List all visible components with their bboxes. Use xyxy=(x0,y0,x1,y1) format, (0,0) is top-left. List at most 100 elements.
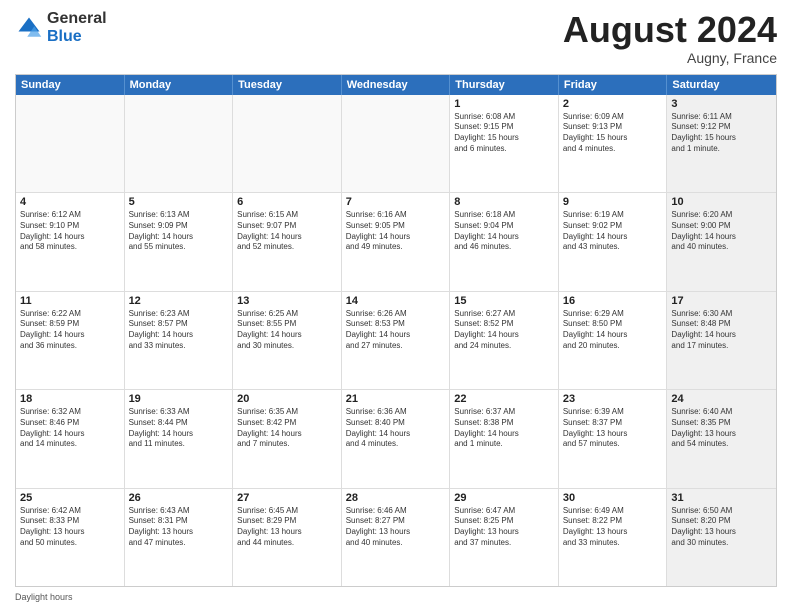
table-row xyxy=(16,95,125,192)
calendar-header-cell: Monday xyxy=(125,75,234,95)
table-row: 24 Sunrise: 6:40 AM Sunset: 8:35 PM Dayli… xyxy=(667,390,776,487)
calendar-body: 1 Sunrise: 6:08 AM Sunset: 9:15 PM Daylig… xyxy=(16,95,776,586)
table-row: 1 Sunrise: 6:08 AM Sunset: 9:15 PM Daylig… xyxy=(450,95,559,192)
day-number: 26 xyxy=(129,492,229,504)
table-row: 6 Sunrise: 6:15 AM Sunset: 9:07 PM Daylig… xyxy=(233,193,342,290)
day-number: 20 xyxy=(237,393,337,405)
day-info: Sunrise: 6:35 AM Sunset: 8:42 PM Dayligh… xyxy=(237,407,337,450)
day-info: Sunrise: 6:25 AM Sunset: 8:55 PM Dayligh… xyxy=(237,309,337,352)
table-row: 14 Sunrise: 6:26 AM Sunset: 8:53 PM Dayli… xyxy=(342,292,451,389)
logo-general-text: General xyxy=(47,10,107,28)
table-row: 22 Sunrise: 6:37 AM Sunset: 8:38 PM Dayli… xyxy=(450,390,559,487)
table-row: 31 Sunrise: 6:50 AM Sunset: 8:20 PM Dayli… xyxy=(667,489,776,586)
day-info: Sunrise: 6:39 AM Sunset: 8:37 PM Dayligh… xyxy=(563,407,663,450)
day-info: Sunrise: 6:50 AM Sunset: 8:20 PM Dayligh… xyxy=(671,506,772,549)
table-row: 16 Sunrise: 6:29 AM Sunset: 8:50 PM Dayli… xyxy=(559,292,668,389)
table-row: 5 Sunrise: 6:13 AM Sunset: 9:09 PM Daylig… xyxy=(125,193,234,290)
calendar: SundayMondayTuesdayWednesdayThursdayFrid… xyxy=(15,74,777,587)
day-info: Sunrise: 6:37 AM Sunset: 8:38 PM Dayligh… xyxy=(454,407,554,450)
calendar-row: 18 Sunrise: 6:32 AM Sunset: 8:46 PM Dayli… xyxy=(16,389,776,487)
day-info: Sunrise: 6:29 AM Sunset: 8:50 PM Dayligh… xyxy=(563,309,663,352)
table-row: 19Sunrise: 6:33 AM Sunset: 8:44 PM Dayli… xyxy=(125,390,234,487)
calendar-row: 1 Sunrise: 6:08 AM Sunset: 9:15 PM Daylig… xyxy=(16,95,776,192)
footer: Daylight hours xyxy=(15,592,777,602)
logo-blue-text: Blue xyxy=(47,28,107,46)
day-number: 15 xyxy=(454,295,554,307)
day-info: Sunrise: 6:47 AM Sunset: 8:25 PM Dayligh… xyxy=(454,506,554,549)
calendar-header-cell: Sunday xyxy=(16,75,125,95)
day-number: 14 xyxy=(346,295,446,307)
day-info: Sunrise: 6:09 AM Sunset: 9:13 PM Dayligh… xyxy=(563,112,663,155)
day-number: 8 xyxy=(454,196,554,208)
table-row: 30Sunrise: 6:49 AM Sunset: 8:22 PM Dayli… xyxy=(559,489,668,586)
day-info: Sunrise: 6:43 AM Sunset: 8:31 PM Dayligh… xyxy=(129,506,229,549)
table-row: 23 Sunrise: 6:39 AM Sunset: 8:37 PM Dayli… xyxy=(559,390,668,487)
day-number: 21 xyxy=(346,393,446,405)
day-info: Sunrise: 6:19 AM Sunset: 9:02 PM Dayligh… xyxy=(563,210,663,253)
table-row: 10Sunrise: 6:20 AM Sunset: 9:00 PM Dayli… xyxy=(667,193,776,290)
day-number: 31 xyxy=(671,492,772,504)
day-number: 17 xyxy=(671,295,772,307)
table-row: 11 Sunrise: 6:22 AM Sunset: 8:59 PM Dayli… xyxy=(16,292,125,389)
day-number: 12 xyxy=(129,295,229,307)
table-row: 17 Sunrise: 6:30 AM Sunset: 8:48 PM Dayli… xyxy=(667,292,776,389)
footer-text: Daylight hours xyxy=(15,592,73,602)
day-info: Sunrise: 6:11 AM Sunset: 9:12 PM Dayligh… xyxy=(671,112,772,155)
day-info: Sunrise: 6:16 AM Sunset: 9:05 PM Dayligh… xyxy=(346,210,446,253)
day-number: 18 xyxy=(20,393,120,405)
table-row: 8 Sunrise: 6:18 AM Sunset: 9:04 PM Daylig… xyxy=(450,193,559,290)
day-info: Sunrise: 6:36 AM Sunset: 8:40 PM Dayligh… xyxy=(346,407,446,450)
day-number: 10 xyxy=(671,196,772,208)
table-row: 21 Sunrise: 6:36 AM Sunset: 8:40 PM Dayli… xyxy=(342,390,451,487)
calendar-row: 4Sunrise: 6:12 AM Sunset: 9:10 PM Daylig… xyxy=(16,192,776,290)
day-number: 19 xyxy=(129,393,229,405)
day-number: 23 xyxy=(563,393,663,405)
day-info: Sunrise: 6:42 AM Sunset: 8:33 PM Dayligh… xyxy=(20,506,120,549)
day-info: Sunrise: 6:30 AM Sunset: 8:48 PM Dayligh… xyxy=(671,309,772,352)
title-block: August 2024 Augny, France xyxy=(563,10,777,66)
table-row: 7Sunrise: 6:16 AM Sunset: 9:05 PM Daylig… xyxy=(342,193,451,290)
day-info: Sunrise: 6:40 AM Sunset: 8:35 PM Dayligh… xyxy=(671,407,772,450)
day-number: 1 xyxy=(454,98,554,110)
day-number: 3 xyxy=(671,98,772,110)
day-number: 16 xyxy=(563,295,663,307)
table-row: 20 Sunrise: 6:35 AM Sunset: 8:42 PM Dayli… xyxy=(233,390,342,487)
day-info: Sunrise: 6:12 AM Sunset: 9:10 PM Dayligh… xyxy=(20,210,120,253)
day-info: Sunrise: 6:32 AM Sunset: 8:46 PM Dayligh… xyxy=(20,407,120,450)
table-row: 9 Sunrise: 6:19 AM Sunset: 9:02 PM Daylig… xyxy=(559,193,668,290)
day-info: Sunrise: 6:22 AM Sunset: 8:59 PM Dayligh… xyxy=(20,309,120,352)
day-info: Sunrise: 6:15 AM Sunset: 9:07 PM Dayligh… xyxy=(237,210,337,253)
table-row: 12 Sunrise: 6:23 AM Sunset: 8:57 PM Dayli… xyxy=(125,292,234,389)
table-row xyxy=(342,95,451,192)
day-info: Sunrise: 6:13 AM Sunset: 9:09 PM Dayligh… xyxy=(129,210,229,253)
table-row: 27Sunrise: 6:45 AM Sunset: 8:29 PM Dayli… xyxy=(233,489,342,586)
calendar-header-cell: Friday xyxy=(559,75,668,95)
day-number: 5 xyxy=(129,196,229,208)
day-number: 6 xyxy=(237,196,337,208)
day-number: 22 xyxy=(454,393,554,405)
day-number: 29 xyxy=(454,492,554,504)
day-number: 28 xyxy=(346,492,446,504)
page: General Blue August 2024 Augny, France S… xyxy=(0,0,792,612)
day-info: Sunrise: 6:46 AM Sunset: 8:27 PM Dayligh… xyxy=(346,506,446,549)
day-info: Sunrise: 6:23 AM Sunset: 8:57 PM Dayligh… xyxy=(129,309,229,352)
table-row: 13Sunrise: 6:25 AM Sunset: 8:55 PM Dayli… xyxy=(233,292,342,389)
logo: General Blue xyxy=(15,10,107,45)
day-info: Sunrise: 6:49 AM Sunset: 8:22 PM Dayligh… xyxy=(563,506,663,549)
location-subtitle: Augny, France xyxy=(563,50,777,66)
calendar-row: 25Sunrise: 6:42 AM Sunset: 8:33 PM Dayli… xyxy=(16,488,776,586)
table-row: 28 Sunrise: 6:46 AM Sunset: 8:27 PM Dayli… xyxy=(342,489,451,586)
table-row: 4Sunrise: 6:12 AM Sunset: 9:10 PM Daylig… xyxy=(16,193,125,290)
day-number: 11 xyxy=(20,295,120,307)
calendar-header-cell: Saturday xyxy=(667,75,776,95)
day-info: Sunrise: 6:26 AM Sunset: 8:53 PM Dayligh… xyxy=(346,309,446,352)
day-info: Sunrise: 6:08 AM Sunset: 9:15 PM Dayligh… xyxy=(454,112,554,155)
table-row xyxy=(125,95,234,192)
day-number: 27 xyxy=(237,492,337,504)
day-number: 9 xyxy=(563,196,663,208)
calendar-header-cell: Wednesday xyxy=(342,75,451,95)
day-number: 24 xyxy=(671,393,772,405)
header: General Blue August 2024 Augny, France xyxy=(15,10,777,66)
day-info: Sunrise: 6:18 AM Sunset: 9:04 PM Dayligh… xyxy=(454,210,554,253)
logo-text: General Blue xyxy=(47,10,107,45)
